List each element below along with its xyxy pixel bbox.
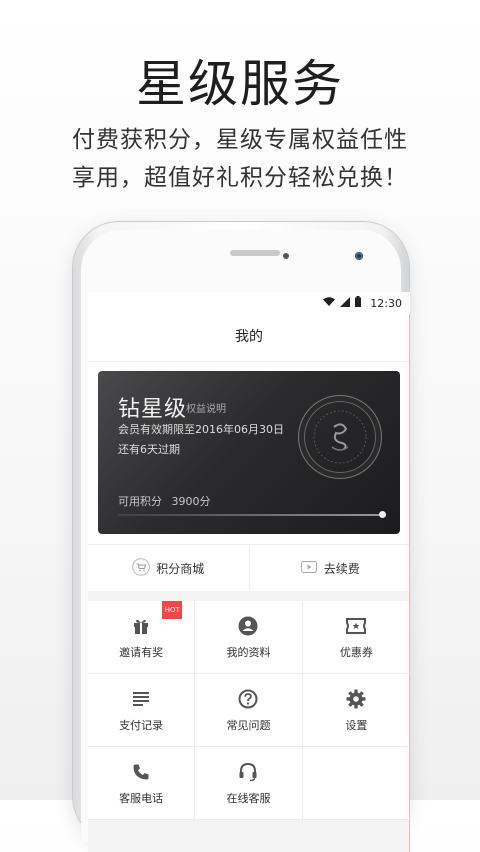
phone-sensor — [355, 252, 363, 260]
coupon-icon — [346, 615, 367, 637]
vip-card[interactable]: 钻星级 权益说明 会员有效期限至2016年06月30日 还有6天过期 可用积分 … — [98, 371, 400, 534]
points-progress-knob — [379, 511, 386, 518]
grid-item-online-service[interactable]: 在线客服 — [195, 747, 303, 820]
grid-label: 在线客服 — [226, 791, 271, 805]
grid-label: 优惠券 — [339, 645, 373, 659]
gear-icon — [346, 688, 366, 710]
phone-camera-dot — [283, 253, 289, 259]
grid-label: 客服电话 — [119, 791, 164, 805]
grid-item-profile[interactable]: 我的资料 — [195, 601, 303, 674]
renew-button[interactable]: 去续费 — [248, 545, 411, 591]
grid-label: 我的资料 — [226, 645, 271, 659]
grid-item-payment-records[interactable]: 支付记录 — [88, 674, 196, 747]
points-mall-button[interactable]: 积分商城 — [88, 545, 249, 591]
app-title: 我的 — [88, 314, 410, 362]
promo-subtitle-line1: 付费获积分，星级专属权益任性 — [72, 127, 408, 153]
list-icon — [133, 688, 150, 710]
promo-subtitle-line2: 享用，超值好礼积分轻松兑换！ — [72, 165, 408, 191]
points-row: 可用积分 3900分 — [118, 493, 211, 509]
phone-frame: 12:30 我的 钻星级 权益说明 会员有效期限至2016年06月30日 还有6… — [73, 222, 410, 852]
phone-speaker — [230, 250, 280, 256]
grid-label: 支付记录 — [119, 718, 164, 732]
vip-benefits-link[interactable]: 权益说明 — [186, 400, 226, 415]
vip-seal-icon — [298, 395, 382, 479]
phone-bezel: 12:30 我的 钻星级 权益说明 会员有效期限至2016年06月30日 还有6… — [81, 230, 410, 852]
points-progress-bar — [118, 514, 386, 516]
profile-icon — [238, 615, 258, 637]
renew-icon — [300, 558, 318, 579]
vip-card-container: 钻星级 权益说明 会员有效期限至2016年06月30日 还有6天过期 可用积分 … — [88, 362, 410, 544]
battery-icon — [355, 296, 362, 310]
help-icon — [238, 688, 258, 710]
promo-title: 星级服务 — [136, 55, 344, 113]
feature-grid: HOT 邀请有奖 我的资料 优惠券 支付记录 常见问题 设置 客服电话 在线客服 — [88, 601, 410, 820]
vip-valid-until: 会员有效期限至2016年06月30日 — [118, 423, 284, 436]
wifi-icon — [323, 296, 336, 310]
points-value: 3900分 — [171, 495, 211, 508]
phone-icon — [132, 761, 150, 783]
points-label: 可用积分 — [118, 495, 162, 508]
status-time: 12:30 — [370, 296, 402, 310]
signal-icon — [340, 296, 351, 310]
app-screen: 12:30 我的 钻星级 权益说明 会员有效期限至2016年06月30日 还有6… — [88, 292, 410, 852]
grid-item-settings[interactable]: 设置 — [302, 674, 410, 747]
grid-item-coupon[interactable]: 优惠券 — [302, 601, 410, 674]
gift-icon — [132, 615, 150, 637]
hot-badge: HOT — [162, 601, 183, 619]
grid-item-faq[interactable]: 常见问题 — [195, 674, 303, 747]
status-bar: 12:30 — [88, 292, 410, 314]
headset-icon — [238, 761, 258, 783]
cart-icon — [132, 557, 151, 579]
renew-label: 去续费 — [323, 561, 360, 576]
grid-label: 邀请有奖 — [119, 645, 164, 659]
grid-item-invite[interactable]: HOT 邀请有奖 — [88, 601, 196, 674]
points-mall-label: 积分商城 — [156, 561, 205, 576]
grid-label: 设置 — [345, 718, 368, 732]
grid-label: 常见问题 — [226, 718, 271, 732]
vip-level: 钻星级 — [118, 397, 188, 422]
grid-item-service-phone[interactable]: 客服电话 — [88, 747, 196, 820]
grid-item-empty — [302, 747, 410, 820]
vip-expire-note: 还有6天过期 — [118, 443, 180, 456]
quick-actions: 积分商城 去续费 — [88, 544, 410, 591]
